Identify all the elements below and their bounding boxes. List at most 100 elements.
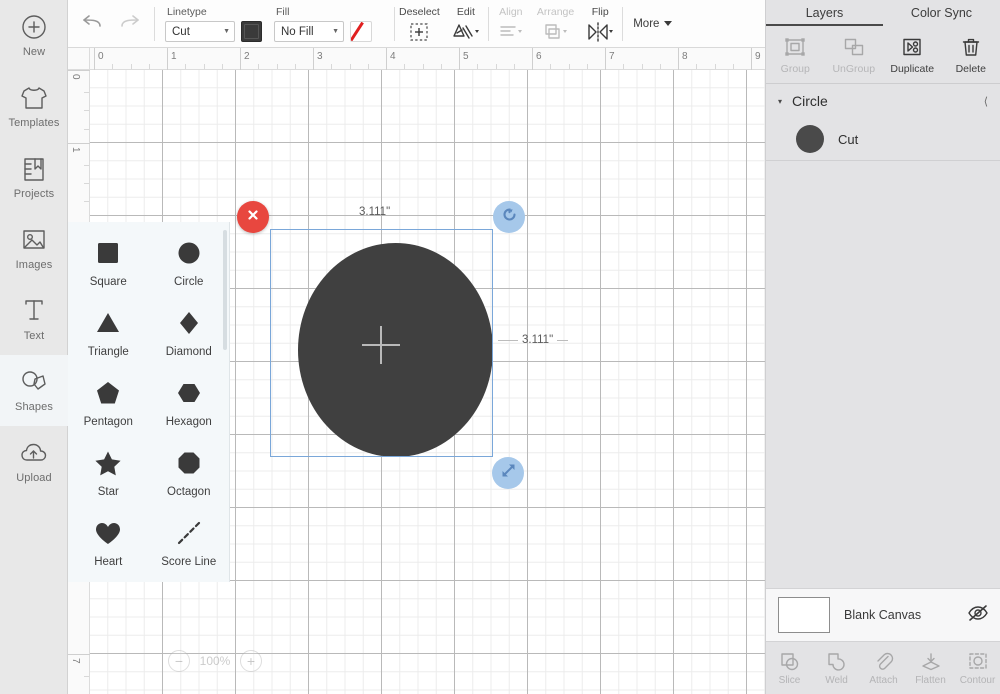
more-button[interactable]: More xyxy=(623,0,683,48)
canvas-layer-row[interactable]: Blank Canvas xyxy=(766,588,1000,642)
duplicate-label: Duplicate xyxy=(890,62,935,75)
duplicate-button[interactable]: Duplicate xyxy=(883,35,942,75)
ruler-h-tick xyxy=(605,48,606,70)
shape-label-star: Star xyxy=(97,486,119,498)
sidebar-item-templates[interactable]: Templates xyxy=(0,71,68,142)
ruler-h-label: 3 xyxy=(317,51,323,62)
linetype-value: Cut xyxy=(172,25,190,38)
group-button[interactable]: Group xyxy=(766,35,825,75)
ruler-h-label: 5 xyxy=(463,51,469,62)
star-shape-icon xyxy=(91,446,125,480)
duplicate-icon xyxy=(901,35,923,59)
shape-option-triangle[interactable]: Triangle xyxy=(68,306,149,362)
deselect-button[interactable]: Deselect xyxy=(395,0,444,48)
weld-button[interactable]: Weld xyxy=(813,650,860,686)
sidebar-label-shapes: Shapes xyxy=(15,401,53,413)
layer-group-options-icon[interactable]: ⟨ xyxy=(984,95,988,108)
rotate-handle-button[interactable] xyxy=(493,201,525,233)
sidebar-item-upload[interactable]: Upload xyxy=(0,426,68,497)
undo-icon[interactable] xyxy=(82,12,104,35)
more-label: More xyxy=(633,18,660,30)
ruler-h-label: 7 xyxy=(609,51,615,62)
shape-label-circle: Circle xyxy=(174,276,204,288)
linetype-color-swatch[interactable] xyxy=(241,21,262,42)
eye-off-icon[interactable] xyxy=(967,604,989,627)
ruler-v-subtick xyxy=(84,129,89,130)
resize-handle-button[interactable] xyxy=(492,457,524,489)
ruler-v-label: 7 xyxy=(70,658,81,664)
deselect-icon xyxy=(408,21,430,43)
sidebar-item-new[interactable]: New xyxy=(0,0,68,71)
shape-option-pentagon[interactable]: Pentagon xyxy=(68,376,149,432)
tab-layers[interactable]: Layers xyxy=(766,0,883,26)
tab-color-sync[interactable]: Color Sync xyxy=(883,0,1000,26)
ruler-h-tick xyxy=(240,48,241,70)
zoom-out-button[interactable]: − xyxy=(168,650,190,672)
shape-label-triangle: Triangle xyxy=(87,346,129,358)
linetype-fill-group: Linetype Cut ▼ Fill No Fill ▼ xyxy=(155,0,394,48)
group-icon xyxy=(784,35,806,59)
ruler-h-subtick xyxy=(732,64,734,69)
edit-button[interactable]: Edit xyxy=(444,0,488,48)
sidebar-item-images[interactable]: Images xyxy=(0,213,68,284)
shapes-flyout-panel: Square Circle Triangle Diamond Pentagon … xyxy=(68,222,230,582)
sidebar-item-shapes[interactable]: Shapes xyxy=(0,355,68,426)
ruler-h-tick xyxy=(459,48,460,70)
delete-handle-button[interactable] xyxy=(237,201,269,233)
ruler-h-subtick xyxy=(404,64,406,69)
ruler-h-subtick xyxy=(203,64,205,69)
chevron-down-icon xyxy=(663,18,673,30)
linetype-caption: Linetype xyxy=(167,6,207,18)
shape-option-octagon[interactable]: Octagon xyxy=(149,446,230,502)
flatten-button[interactable]: Flatten xyxy=(907,650,954,686)
layers-list: ▾ Circle ⟨ Cut xyxy=(766,84,1000,161)
shapes-grid: Square Circle Triangle Diamond Pentagon … xyxy=(68,236,229,572)
chevron-down-icon: ▼ xyxy=(332,28,339,35)
ruler-h-tick xyxy=(386,48,387,70)
ungroup-button[interactable]: UnGroup xyxy=(825,35,884,75)
sidebar-item-text[interactable]: Text xyxy=(0,284,68,355)
flip-button[interactable]: Flip xyxy=(578,0,622,48)
ruler-h-subtick xyxy=(550,64,552,69)
redo-icon[interactable] xyxy=(118,12,140,35)
shape-option-hexagon[interactable]: Hexagon xyxy=(149,376,230,432)
attach-button[interactable]: Attach xyxy=(860,650,907,686)
left-sidebar: New Templates Projects Images Text Shape… xyxy=(0,0,68,694)
fill-color-swatch[interactable] xyxy=(350,21,372,42)
circle-shape-icon xyxy=(172,236,206,270)
shape-option-heart[interactable]: Heart xyxy=(68,516,149,572)
book-icon xyxy=(19,155,49,183)
layer-group-row[interactable]: ▾ Circle ⟨ xyxy=(766,84,1000,118)
shape-option-diamond[interactable]: Diamond xyxy=(149,306,230,362)
ruler-h-tick xyxy=(94,48,95,70)
slice-button[interactable]: Slice xyxy=(766,650,813,686)
sidebar-item-projects[interactable]: Projects xyxy=(0,142,68,213)
chevron-down-icon[interactable]: ▾ xyxy=(778,97,782,106)
arrange-button[interactable]: Arrange xyxy=(533,0,578,48)
shapes-panel-scrollbar[interactable] xyxy=(223,230,227,350)
layer-child-row[interactable]: Cut xyxy=(766,118,1000,160)
sidebar-label-text: Text xyxy=(23,330,45,342)
shape-option-square[interactable]: Square xyxy=(68,236,149,292)
ruler-corner xyxy=(68,48,90,70)
layer-actions-toolbar: Group UnGroup Duplicate Delete xyxy=(766,26,1000,84)
contour-button[interactable]: Contour xyxy=(954,650,1000,686)
arrange-icon xyxy=(542,21,570,43)
shape-option-star[interactable]: Star xyxy=(68,446,149,502)
contour-label: Contour xyxy=(959,675,996,686)
layer-color-swatch[interactable] xyxy=(796,125,824,153)
shape-option-score-line[interactable]: Score Line xyxy=(149,516,230,572)
zoom-control: − 100% + xyxy=(168,650,262,672)
zoom-in-button[interactable]: + xyxy=(240,650,262,672)
slice-label: Slice xyxy=(778,675,801,686)
linetype-select[interactable]: Cut ▼ xyxy=(165,21,235,42)
ungroup-label: UnGroup xyxy=(832,62,876,75)
sidebar-label-new: New xyxy=(22,46,46,58)
pentagon-shape-icon xyxy=(91,376,125,410)
align-button[interactable]: Align xyxy=(489,0,533,48)
rotate-icon xyxy=(500,205,519,229)
delete-button[interactable]: Delete xyxy=(942,35,1000,75)
shape-label-diamond: Diamond xyxy=(165,346,212,358)
fill-select[interactable]: No Fill ▼ xyxy=(274,21,344,42)
shape-option-circle[interactable]: Circle xyxy=(149,236,230,292)
